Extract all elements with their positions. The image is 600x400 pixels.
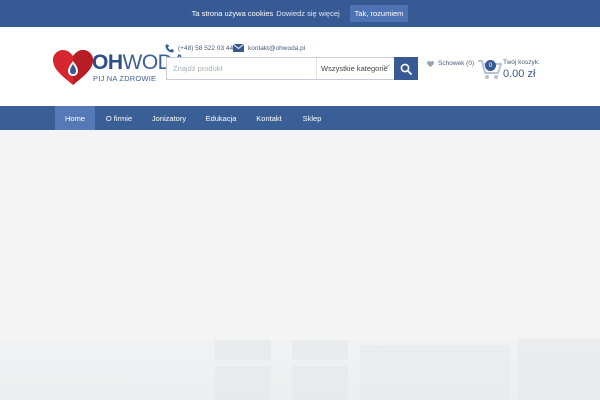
search-input[interactable]	[167, 58, 316, 79]
email-address: kontakt@ohwoda.pl	[248, 44, 306, 52]
search-bar: Wszystkie kategorie	[166, 57, 418, 80]
site-header: OHWODA PIJ NA ZDROWIE (+48) 58 522 03 44…	[0, 27, 600, 106]
cookie-more-link[interactable]: Dowiedz się więcej	[276, 9, 339, 18]
hero-shape	[215, 340, 271, 360]
nav-item-jonizatory[interactable]: Jonizatory	[147, 106, 191, 130]
hero-shape	[518, 338, 600, 400]
envelope-icon	[233, 44, 244, 52]
cart-total[interactable]: 0.00 zł	[503, 68, 535, 80]
cookie-bar: Ta strona używa cookies Dowiedz się więc…	[0, 0, 600, 27]
nav-item-sklep[interactable]: Sklep	[297, 106, 327, 130]
main-nav: Home O firmie Jonizatory Edukacja Kontak…	[0, 106, 600, 130]
phone-number: (+48) 58 522 03 44	[178, 44, 234, 52]
contact-email[interactable]: kontakt@ohwoda.pl	[233, 43, 305, 53]
nav-item-home[interactable]: Home	[55, 106, 95, 130]
hero-shape	[360, 345, 510, 400]
heart-icon	[427, 60, 434, 67]
hearts-drop-logo-icon	[53, 50, 93, 85]
chevron-down-icon	[383, 64, 390, 69]
nav-item-kontakt[interactable]: Kontakt	[250, 106, 288, 130]
contact-phone[interactable]: (+48) 58 522 03 44	[165, 43, 233, 53]
cookie-text: Ta strona używa cookies	[191, 9, 274, 18]
nav-item-edukacja[interactable]: Edukacja	[200, 106, 242, 130]
phone-icon	[165, 43, 174, 53]
cookie-accept-button[interactable]: Tak, rozumiem	[349, 5, 409, 22]
nav-item-o-firmie[interactable]: O firmie	[99, 106, 139, 130]
search-button[interactable]	[394, 57, 418, 80]
hero-shape	[292, 340, 348, 360]
logo-tagline: PIJ NA ZDROWIE	[93, 74, 157, 83]
site-logo[interactable]: OHWODA PIJ NA ZDROWIE	[53, 49, 186, 89]
search-icon	[400, 63, 412, 75]
cart-count-badge: 0	[485, 60, 496, 71]
wishlist-label: Schowek (0)	[438, 60, 475, 67]
hero-shape	[292, 366, 348, 400]
hero-shape	[215, 366, 271, 400]
wishlist-link[interactable]: Schowek (0)	[427, 60, 474, 67]
category-select-value: Wszystkie kategorie	[321, 64, 388, 73]
hero-banner	[0, 130, 600, 400]
cart-label: Twój koszyk:	[503, 59, 540, 66]
cart-button[interactable]: 0	[477, 58, 503, 80]
category-select[interactable]: Wszystkie kategorie	[316, 58, 395, 79]
